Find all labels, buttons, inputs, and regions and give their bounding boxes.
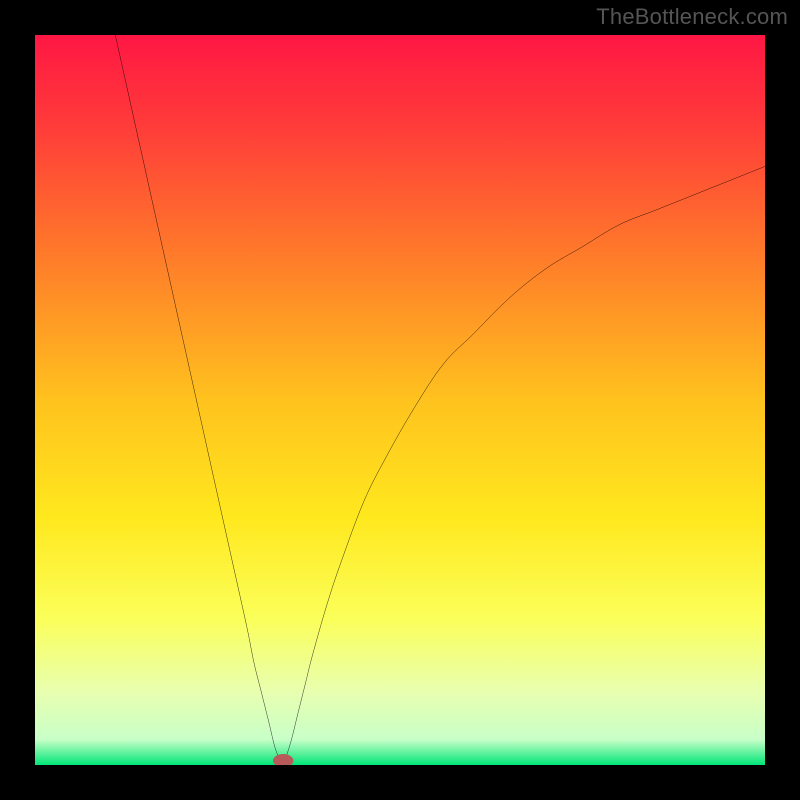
plot-background [35,35,765,765]
watermark-label: TheBottleneck.com [596,4,788,30]
bottleneck-chart [35,35,765,765]
chart-stage: TheBottleneck.com [0,0,800,800]
